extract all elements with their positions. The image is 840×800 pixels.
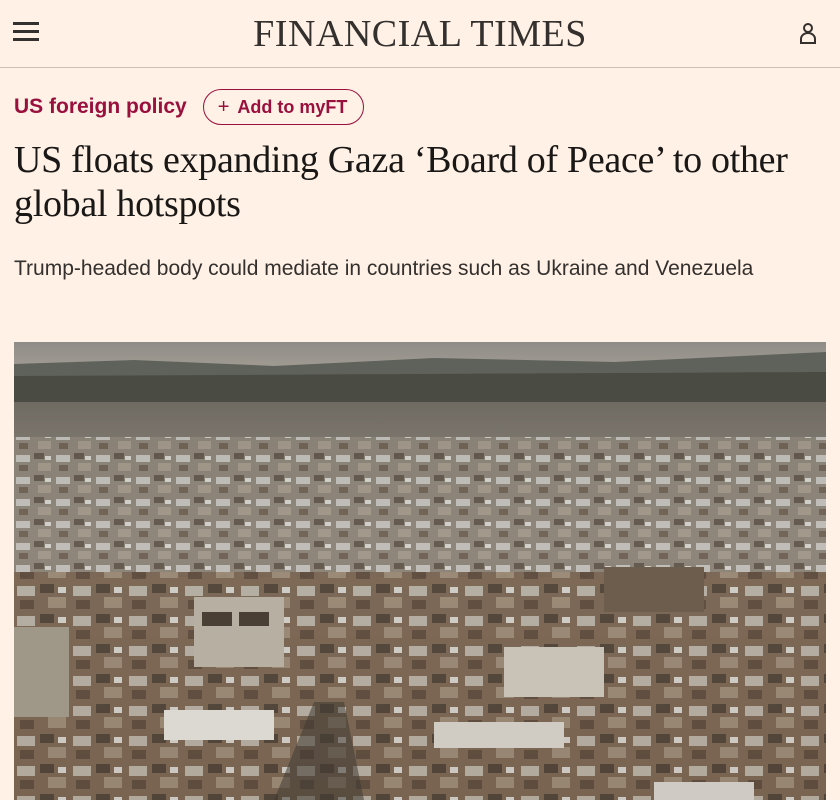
topic-row: US foreign policy + Add to myFT (14, 86, 365, 128)
article-standfirst: Trump-headed body could mediate in count… (14, 257, 754, 280)
site-header: FINANCIAL TIMES (0, 0, 840, 68)
topic-link[interactable]: US foreign policy (14, 95, 187, 119)
article-headline: US floats expanding Gaza ‘Board of Peace… (14, 139, 788, 225)
add-to-myft-label: Add to myFT (237, 96, 348, 117)
user-account-icon[interactable] (798, 20, 818, 46)
site-logo[interactable]: FINANCIAL TIMES (0, 12, 840, 56)
plus-icon: + (217, 96, 230, 118)
add-to-myft-button[interactable]: + Add to myFT (202, 89, 365, 125)
hero-image (14, 342, 826, 800)
